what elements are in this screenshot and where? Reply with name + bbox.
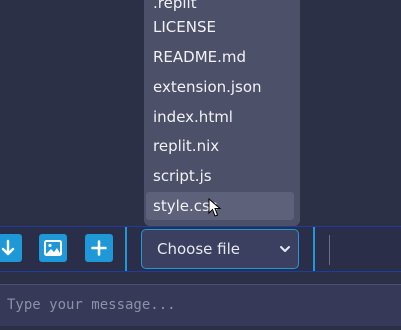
download-arrow-icon (1, 239, 15, 256)
file-select-value: Choose file (157, 240, 240, 258)
toolbar-divider (125, 227, 127, 271)
add-button[interactable] (85, 234, 113, 262)
dropdown-item-license[interactable]: LICENSE (146, 13, 294, 41)
mouse-cursor-icon (208, 198, 222, 217)
dropdown-item-index-html[interactable]: index.html (146, 103, 294, 131)
toolbar-divider (313, 227, 315, 271)
image-icon (44, 240, 62, 256)
toolbar: Choose file (0, 226, 401, 272)
file-select[interactable]: Choose file (141, 229, 299, 269)
dropdown-item-extension-json[interactable]: extension.json (146, 73, 294, 101)
file-dropdown-list: .replit LICENSE README.md extension.json… (144, 0, 300, 226)
message-input[interactable] (0, 285, 401, 325)
plus-icon (91, 240, 107, 256)
image-button[interactable] (39, 234, 67, 262)
dropdown-item-readme[interactable]: README.md (146, 43, 294, 71)
toolbar-divider (329, 235, 330, 265)
dropdown-item-replit-nix[interactable]: replit.nix (146, 132, 294, 160)
chevron-down-icon (280, 246, 290, 252)
message-bar (0, 284, 401, 326)
dropdown-item-script-js[interactable]: script.js (146, 162, 294, 190)
download-button[interactable] (0, 234, 22, 262)
